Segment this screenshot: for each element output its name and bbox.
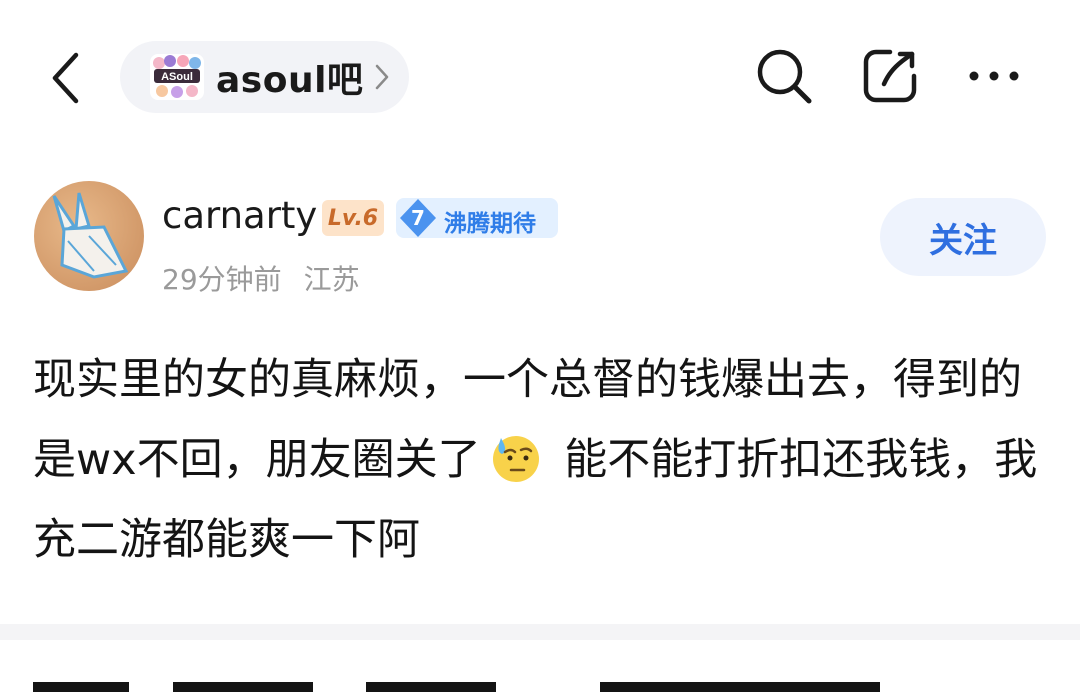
post-content: 现实里的女的真麻烦，一个总督的钱爆出去，得到的是wx不回，朋友圈关了 能不能打折… xyxy=(33,340,1053,580)
follow-button[interactable]: 关注 xyxy=(880,198,1046,276)
forum-name: asoul吧 xyxy=(216,60,364,101)
next-content-preview xyxy=(33,668,1053,698)
more-button[interactable] xyxy=(962,44,1026,108)
author-name[interactable]: carnarty xyxy=(162,194,317,237)
post-location: 江苏 xyxy=(303,263,360,296)
share-icon xyxy=(863,49,917,103)
text-fragment xyxy=(600,682,881,692)
fan-badge: 7 沸腾期待 xyxy=(396,198,558,238)
fan-level-number: 7 xyxy=(411,206,425,230)
post-time: 29分钟前 xyxy=(162,263,282,296)
forum-logo: ASoul xyxy=(150,54,204,100)
post-author-row: carnarty Lv.6 7 沸腾期待 29分钟前 江苏 关注 xyxy=(0,170,1080,310)
fan-badge-label: 沸腾期待 xyxy=(444,211,536,237)
more-icon xyxy=(969,71,1019,81)
text-fragment xyxy=(172,682,313,692)
top-nav-bar: ASoul asoul吧 xyxy=(0,0,1080,150)
search-icon xyxy=(757,49,812,104)
section-divider xyxy=(0,624,1080,640)
chevron-right-icon xyxy=(375,64,389,90)
post-meta: 29分钟前 江苏 xyxy=(162,258,360,298)
back-arrow-icon xyxy=(52,52,79,104)
share-button[interactable] xyxy=(858,44,922,108)
sweat-smile-emoji-icon xyxy=(492,436,539,482)
svg-text:ASoul: ASoul xyxy=(161,71,193,83)
back-button[interactable] xyxy=(40,50,90,106)
search-button[interactable] xyxy=(752,44,816,108)
text-fragment xyxy=(366,682,497,692)
text-fragment xyxy=(33,682,129,692)
avatar[interactable] xyxy=(34,181,144,291)
forum-entry-button[interactable]: ASoul asoul吧 xyxy=(120,41,409,113)
level-badge: Lv.6 xyxy=(322,200,384,236)
